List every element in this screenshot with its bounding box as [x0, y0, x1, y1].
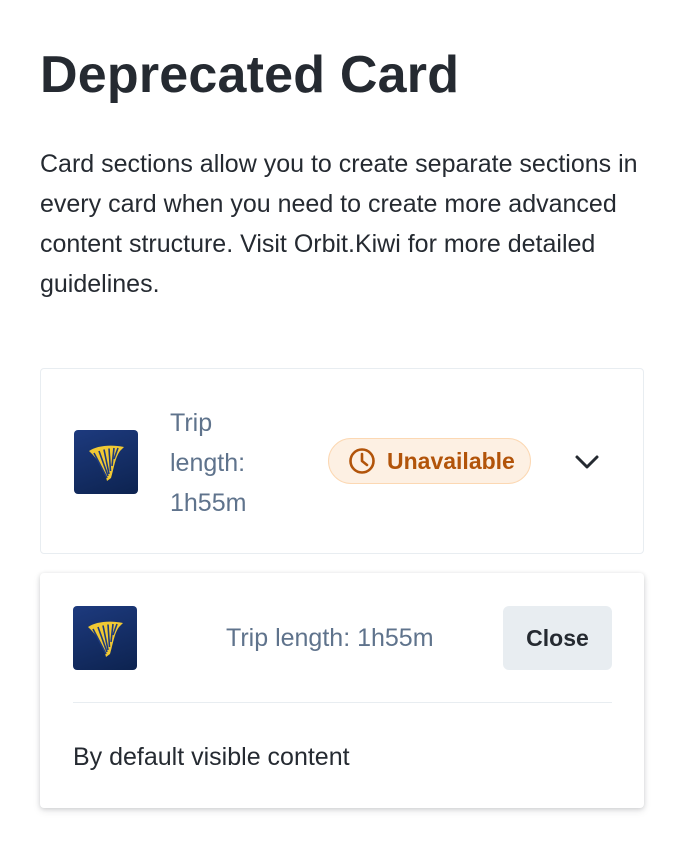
divider [73, 702, 612, 703]
chevron-down-icon[interactable] [573, 448, 601, 476]
ryanair-harp-icon [74, 430, 138, 494]
expanded-card: Trip length: 1h55m Close By default visi… [40, 573, 644, 808]
page-title: Deprecated Card [40, 46, 460, 104]
collapsed-card[interactable]: Trip length: 1h55m Unavailable [40, 368, 644, 554]
trip-length: Trip length: 1h55m [170, 409, 247, 517]
ryanair-harp-icon [73, 606, 137, 670]
clock-icon [347, 446, 377, 476]
status-badge: Unavailable [328, 438, 531, 484]
status-badge-label: Unavailable [387, 447, 515, 474]
page-description: Card sections allow you to create separa… [40, 150, 638, 298]
card-section-content: By default visible content [73, 743, 350, 771]
close-button[interactable]: Close [503, 606, 612, 670]
trip-length: Trip length: 1h55m [226, 624, 434, 652]
